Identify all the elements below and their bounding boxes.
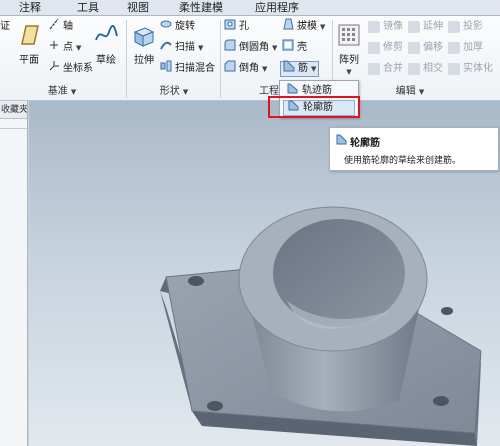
csys-button[interactable]: 坐标系 — [48, 61, 93, 77]
plane-icon — [16, 22, 42, 48]
pattern-button[interactable]: 阵列 ▼ — [334, 22, 364, 77]
swept-blend-button[interactable]: 扫描混合 — [160, 60, 215, 78]
draft-button[interactable]: 拔模 ▼ — [282, 18, 326, 36]
sketch-button[interactable]: 草绘 — [92, 22, 120, 66]
annotation-highlight-box — [268, 96, 360, 118]
chevron-down-icon: ▼ — [418, 88, 425, 96]
chevron-down-icon: ▼ — [346, 68, 352, 76]
bolt-hole — [188, 276, 204, 286]
round-button[interactable]: 倒圆角 ▼ — [224, 39, 278, 57]
datum-partial-label: 证 — [0, 21, 10, 32]
axis-button[interactable]: 轴 — [48, 18, 73, 36]
mirror-icon — [368, 21, 380, 33]
csys-icon — [48, 60, 60, 78]
merge-icon — [368, 63, 380, 75]
draft-icon — [282, 18, 294, 36]
chamfer-button[interactable]: 倒角 ▼ — [224, 60, 268, 78]
tooltip: 轮廓筋 使用筋轮廓的草绘来创建筋。 — [329, 127, 499, 171]
thicken-button[interactable]: 加厚 — [448, 40, 483, 56]
extend-button[interactable]: 延伸 — [408, 19, 443, 35]
intersect-button[interactable]: 相交 — [408, 61, 443, 77]
project-icon — [448, 21, 460, 33]
project-button[interactable]: 投影 — [448, 19, 483, 35]
point-icon — [48, 39, 60, 57]
tab-view[interactable]: 视图 — [118, 0, 158, 16]
tab-tools[interactable]: 工具 — [68, 0, 108, 16]
shell-button[interactable]: 壳 — [282, 39, 307, 57]
chevron-down-icon: ▼ — [262, 65, 268, 73]
plane-button[interactable]: 平面 — [14, 22, 44, 66]
trim-icon — [368, 42, 380, 54]
rib-icon — [283, 60, 295, 78]
ribbon-tab-strip: 注释 工具 视图 柔性建模 应用程序 — [0, 0, 500, 16]
shapes-group-label[interactable]: 形状 ▼ — [128, 85, 220, 99]
revolve-button[interactable]: 旋转 — [160, 19, 195, 35]
chevron-down-icon: ▼ — [70, 88, 77, 96]
tab-flexible-modeling[interactable]: 柔性建模 — [170, 0, 232, 16]
point-button[interactable]: 点 ▼ — [48, 40, 81, 56]
shell-icon — [282, 39, 294, 57]
intersect-icon — [408, 63, 420, 75]
bolt-hole — [207, 401, 223, 411]
chamfer-icon — [224, 60, 236, 78]
chevron-down-icon: ▼ — [182, 88, 189, 96]
editing-group-label[interactable]: 编辑 ▼ — [380, 85, 440, 99]
revolve-icon — [160, 18, 172, 36]
chevron-down-icon: ▼ — [320, 23, 326, 31]
extrude-button[interactable]: 拉伸 — [130, 22, 158, 66]
sweep-button[interactable]: 扫描 ▼ — [160, 40, 203, 56]
tab-annotate[interactable]: 注释 — [10, 0, 50, 16]
favorites-header[interactable]: 收藏夹 — [0, 101, 27, 119]
pattern-icon — [336, 22, 362, 48]
group-divider — [220, 20, 221, 98]
chevron-down-icon: ▼ — [198, 44, 204, 52]
tooltip-description: 使用筋轮廓的草绘来创建筋。 — [344, 156, 462, 166]
offset-icon — [408, 42, 420, 54]
hole-icon — [224, 18, 236, 36]
chevron-down-icon: ▼ — [76, 44, 82, 52]
extrude-icon — [131, 22, 157, 48]
profile-rib-icon — [336, 134, 347, 148]
offset-button[interactable]: 偏移 — [408, 40, 443, 56]
solidify-button[interactable]: 实体化 — [448, 61, 493, 77]
sketch-icon — [93, 22, 119, 48]
tooltip-title: 轮廓筋 — [350, 138, 380, 149]
chevron-down-icon: ▼ — [311, 65, 317, 73]
datum-group-label[interactable]: 基准 ▼ — [0, 85, 124, 99]
axis-icon — [48, 18, 60, 36]
trim-button[interactable]: 修剪 — [368, 40, 403, 56]
bolt-hole — [441, 307, 453, 315]
panel-divider — [0, 128, 27, 129]
round-icon — [224, 39, 236, 57]
extend-icon — [408, 21, 420, 33]
sweep-icon — [160, 39, 172, 57]
chevron-down-icon: ▼ — [272, 44, 278, 52]
mirror-button[interactable]: 镜像 — [368, 19, 403, 35]
model-tree-panel: 收藏夹 — [0, 101, 28, 446]
solidify-icon — [448, 63, 460, 75]
merge-button[interactable]: 合并 — [368, 61, 403, 77]
group-divider — [126, 20, 127, 98]
swept-blend-icon — [160, 60, 172, 78]
ribbon: 证 平面 轴 点 ▼ 坐标系 草绘 基准 ▼ 拉伸 旋转 扫描 ▼ 扫描混合 形… — [0, 16, 500, 101]
rib-button[interactable]: 筋 ▼ — [280, 60, 320, 78]
thicken-icon — [448, 42, 460, 54]
tab-applications[interactable]: 应用程序 — [246, 0, 308, 16]
hole-button[interactable]: 孔 — [224, 19, 249, 35]
bolt-hole — [433, 396, 449, 406]
